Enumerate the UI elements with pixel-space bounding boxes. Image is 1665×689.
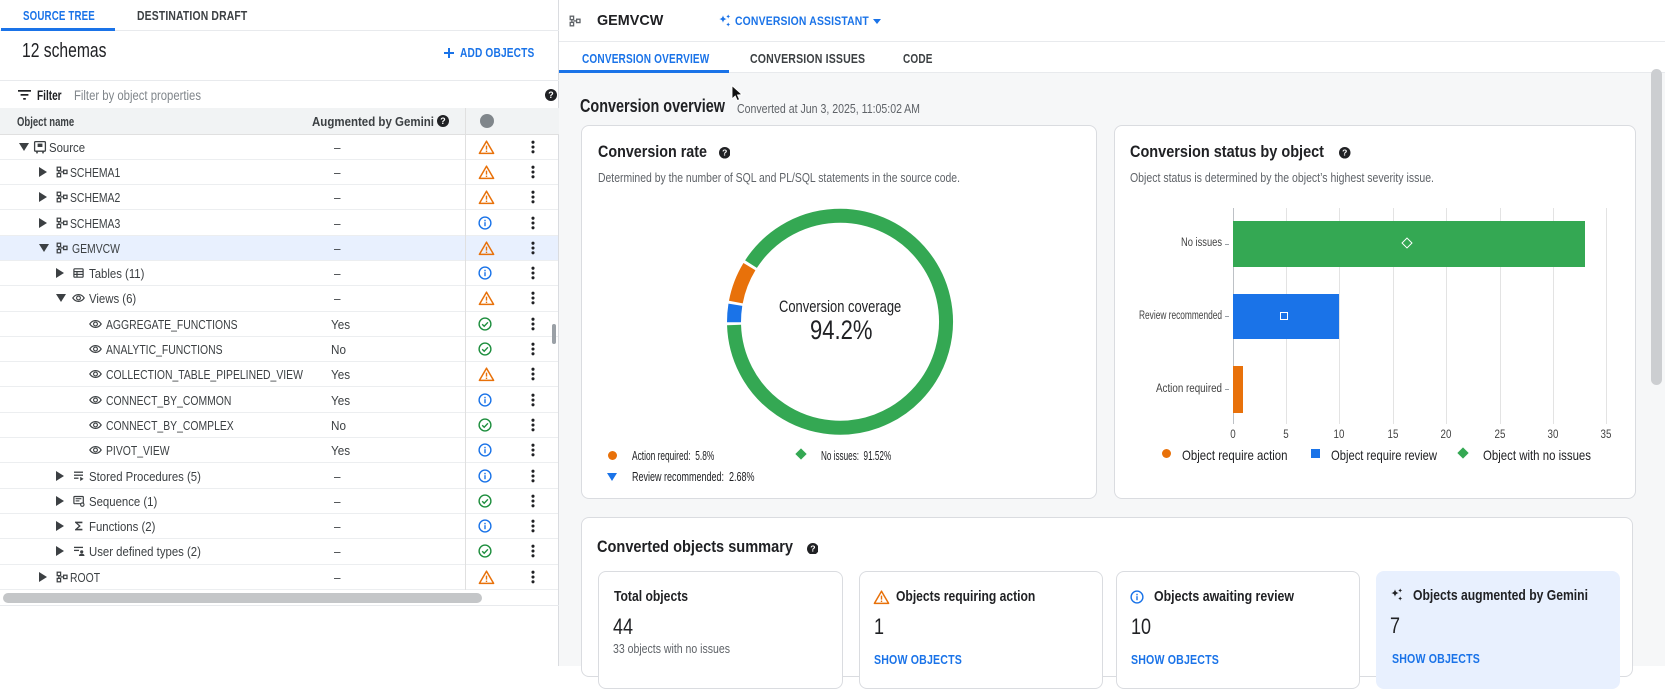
svg-text:?: ?: [440, 116, 445, 126]
svg-text:?: ?: [810, 543, 815, 553]
svg-text:?: ?: [548, 90, 553, 100]
svg-text:?: ?: [1342, 148, 1347, 158]
